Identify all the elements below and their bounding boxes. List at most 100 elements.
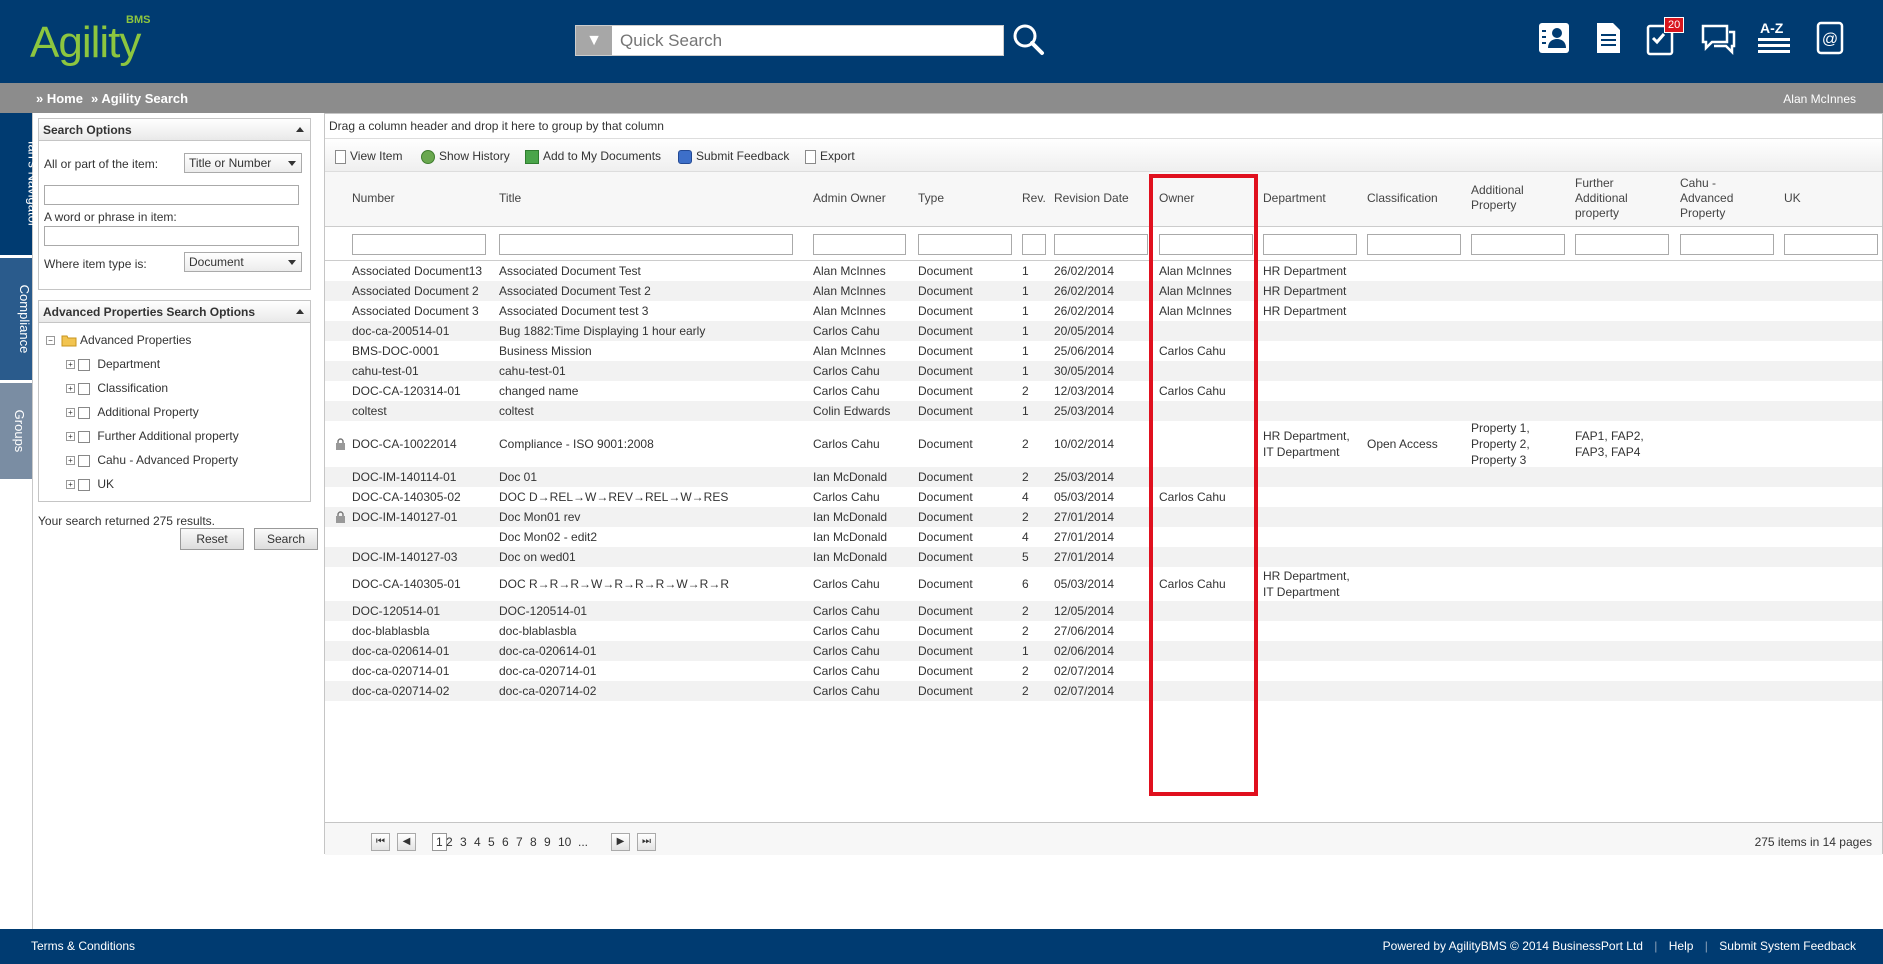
col-admin-owner[interactable]: Admin Owner xyxy=(813,172,908,224)
document-icon[interactable] xyxy=(1590,20,1626,56)
filter-additional-property[interactable] xyxy=(1471,234,1565,255)
page-number[interactable]: 4 xyxy=(474,835,481,849)
col-classification[interactable]: Classification xyxy=(1367,172,1462,224)
table-row[interactable]: DOC-CA-140305-01 DOC R→R→R→W→R→R→R→W→R→R C… xyxy=(325,567,1882,601)
table-row[interactable]: Associated Document 3 Associated Document… xyxy=(325,301,1882,321)
tree-item-cahu-advanced[interactable]: + Cahu - Advanced Property xyxy=(66,452,238,468)
col-revision-date[interactable]: Revision Date xyxy=(1054,172,1149,224)
search-button[interactable]: Search xyxy=(254,528,318,550)
filter-department[interactable] xyxy=(1263,234,1357,255)
table-row[interactable]: doc-ca-020714-01 doc-ca-020714-01 Carlos C… xyxy=(325,661,1882,681)
filter-title[interactable] xyxy=(499,234,793,255)
contacts-icon[interactable] xyxy=(1536,20,1572,56)
table-row[interactable]: doc-ca-200514-01 Bug 1882:Time Displaying… xyxy=(325,321,1882,341)
uk-checkbox[interactable] xyxy=(78,478,90,491)
submit-system-feedback-link[interactable]: Submit System Feedback xyxy=(1719,939,1856,953)
classification-checkbox[interactable] xyxy=(78,382,90,395)
prev-page-button[interactable]: ◀ xyxy=(397,833,416,851)
tree-root[interactable]: − Advanced Properties xyxy=(46,332,191,348)
filter-rev[interactable] xyxy=(1022,234,1046,255)
table-row[interactable]: coltest coltest Colin Edwards Document 1 25/0… xyxy=(325,401,1882,421)
export-button[interactable]: Export xyxy=(805,148,855,164)
a-z-index-icon[interactable]: A-Z xyxy=(1756,20,1792,56)
page-number[interactable]: 8 xyxy=(530,835,537,849)
page-number[interactable]: 2 xyxy=(446,835,453,849)
col-additional-property[interactable]: Additional Property xyxy=(1471,172,1551,224)
table-row[interactable]: DOC-IM-140127-03 Doc on wed01 Ian McDonald… xyxy=(325,547,1882,567)
item-type-select[interactable]: Document xyxy=(184,252,302,272)
last-page-button[interactable]: ⏭ xyxy=(637,833,656,851)
col-cahu-advanced[interactable]: Cahu - Advanced Property xyxy=(1680,172,1760,224)
col-department[interactable]: Department xyxy=(1263,172,1358,224)
first-page-button[interactable]: ⏮ xyxy=(371,833,390,851)
col-owner[interactable]: Owner xyxy=(1159,172,1254,224)
collapse-node-icon[interactable]: − xyxy=(46,336,55,346)
col-uk[interactable]: UK xyxy=(1784,172,1844,224)
col-further-additional[interactable]: Further Additional property xyxy=(1575,172,1655,224)
search-dropdown-button[interactable]: ▼ xyxy=(576,26,612,55)
page-ellipsis[interactable]: ... xyxy=(578,835,588,849)
col-number[interactable]: Number xyxy=(352,172,492,224)
filter-uk[interactable] xyxy=(1784,234,1878,255)
search-icon[interactable] xyxy=(1010,22,1046,58)
table-row[interactable]: DOC-CA-140305-02 DOC D→REL→W→REV→REL→W→RE… xyxy=(325,487,1882,507)
tree-item-further-additional[interactable]: + Further Additional property xyxy=(66,428,239,444)
collapse-icon[interactable] xyxy=(296,309,304,314)
col-type[interactable]: Type xyxy=(918,172,1013,224)
next-page-button[interactable]: ▶ xyxy=(611,833,630,851)
tree-item-department[interactable]: + Department xyxy=(66,356,160,372)
advanced-properties-header[interactable]: Advanced Properties Search Options xyxy=(39,301,310,323)
table-row[interactable]: DOC-CA-10022014 Compliance - ISO 9001:200… xyxy=(325,421,1882,467)
further-additional-checkbox[interactable] xyxy=(78,430,90,443)
table-row[interactable]: DOC-IM-140127-01 Doc Mon01 rev Ian McDonal… xyxy=(325,507,1882,527)
tree-item-classification[interactable]: + Classification xyxy=(66,380,168,396)
messages-icon[interactable] xyxy=(1700,20,1736,56)
item-scope-select[interactable]: Title or Number xyxy=(184,153,302,173)
cahu-advanced-checkbox[interactable] xyxy=(78,454,90,467)
tree-item-additional-property[interactable]: + Additional Property xyxy=(66,404,199,420)
group-by-bar[interactable]: Drag a column header and drop it here to… xyxy=(325,114,1882,139)
view-item-button[interactable]: View Item xyxy=(335,148,402,164)
breadcrumb-home[interactable]: » Home xyxy=(36,91,83,106)
quick-search-input[interactable] xyxy=(620,26,1000,55)
department-checkbox[interactable] xyxy=(78,358,90,371)
collapse-icon[interactable] xyxy=(296,127,304,132)
item-text-field[interactable] xyxy=(44,185,299,205)
table-row[interactable]: Associated Document13 Associated Document… xyxy=(325,261,1882,281)
expand-node-icon[interactable]: + xyxy=(66,360,75,370)
table-row[interactable]: BMS-DOC-0001 Business Mission Alan McInnes… xyxy=(325,341,1882,361)
table-row[interactable]: doc-ca-020614-01 doc-ca-020614-01 Carlos C… xyxy=(325,641,1882,661)
filter-cahu-advanced[interactable] xyxy=(1680,234,1774,255)
address-book-icon[interactable]: @ xyxy=(1812,20,1848,56)
table-row[interactable]: DOC-120514-01 DOC-120514-01 Carlos Cahu Doc… xyxy=(325,601,1882,621)
user-name[interactable]: Alan McInnes xyxy=(1783,92,1856,106)
filter-number[interactable] xyxy=(352,234,486,255)
page-number[interactable]: 7 xyxy=(516,835,523,849)
table-row[interactable]: DOC-CA-120314-01 changed name Carlos Cahu D… xyxy=(325,381,1882,401)
table-row[interactable]: doc-blablasbla doc-blablasbla Carlos Cahu D… xyxy=(325,621,1882,641)
tab-groups[interactable]: Groups xyxy=(0,383,32,479)
col-rev[interactable]: Rev. xyxy=(1022,172,1052,224)
page-number[interactable]: 6 xyxy=(502,835,509,849)
add-to-my-documents-button[interactable]: Add to My Documents xyxy=(525,148,661,164)
page-number[interactable]: 9 xyxy=(544,835,551,849)
filter-further-additional[interactable] xyxy=(1575,234,1669,255)
expand-node-icon[interactable]: + xyxy=(66,480,75,490)
expand-node-icon[interactable]: + xyxy=(66,456,75,466)
page-number[interactable]: 1 xyxy=(432,833,447,851)
table-row[interactable]: Doc Mon02 - edit2 Ian McDonald Document 4 27… xyxy=(325,527,1882,547)
submit-feedback-button[interactable]: Submit Feedback xyxy=(678,148,789,164)
additional-property-checkbox[interactable] xyxy=(78,406,90,419)
table-row[interactable]: Associated Document 2 Associated Document… xyxy=(325,281,1882,301)
tree-item-uk[interactable]: + UK xyxy=(66,476,114,492)
table-row[interactable]: DOC-IM-140114-01 Doc 01 Ian McDonald Docume… xyxy=(325,467,1882,487)
breadcrumb-current[interactable]: » Agility Search xyxy=(91,91,188,106)
help-link[interactable]: Help xyxy=(1669,939,1694,953)
tab-ians-navigator[interactable]: Ian's Navigator xyxy=(0,113,41,255)
expand-node-icon[interactable]: + xyxy=(66,432,75,442)
page-number[interactable]: 5 xyxy=(488,835,495,849)
filter-type[interactable] xyxy=(918,234,1012,255)
col-title[interactable]: Title xyxy=(499,172,799,224)
filter-classification[interactable] xyxy=(1367,234,1461,255)
table-row[interactable]: doc-ca-020714-02 doc-ca-020714-02 Carlos C… xyxy=(325,681,1882,701)
